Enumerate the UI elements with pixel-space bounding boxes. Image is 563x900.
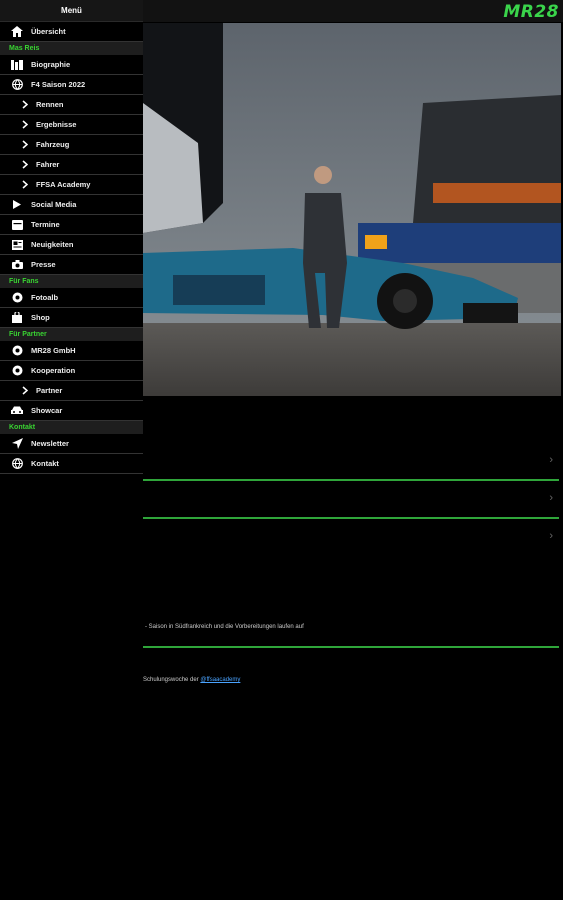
top-bar: MR28 xyxy=(143,0,563,22)
chevron-right-icon xyxy=(20,385,30,397)
menu-section-header: Kontakt xyxy=(0,421,143,434)
circle-icon xyxy=(9,345,25,357)
post-text-2: Schulungswoche der @ffsaacademy xyxy=(143,677,240,683)
menu-item-label: Rennen xyxy=(36,100,64,109)
chevron-right-icon xyxy=(20,119,30,131)
menu-item[interactable]: Termine xyxy=(0,215,143,235)
divider-line xyxy=(143,646,559,648)
menu-item-label: Shop xyxy=(31,313,50,322)
menu-subitem[interactable]: FFSA Academy xyxy=(0,175,143,195)
menu-item[interactable]: Biographie xyxy=(0,55,143,75)
menu-item-label: MR28 GmbH xyxy=(31,346,76,355)
chevron-right-icon[interactable]: › xyxy=(549,492,553,504)
menu-subitem[interactable]: Ergebnisse xyxy=(0,115,143,135)
send-icon xyxy=(9,438,25,450)
play-icon xyxy=(9,199,25,211)
menu-item[interactable]: Newsletter xyxy=(0,434,143,454)
globe-icon xyxy=(9,458,25,470)
book-icon xyxy=(9,59,25,71)
menu-item-label: Kooperation xyxy=(31,366,76,375)
menu-item-label: Ergebnisse xyxy=(36,120,77,129)
menu-item-label: Social Media xyxy=(31,200,77,209)
photo-icon xyxy=(9,292,25,304)
chevron-right-icon xyxy=(20,179,30,191)
car-icon xyxy=(9,405,25,417)
menu-item[interactable]: F4 Saison 2022 xyxy=(0,75,143,95)
menu-title: Menü xyxy=(0,0,143,22)
menu-item-label: Neuigkeiten xyxy=(31,240,74,249)
menu-item-label: Showcar xyxy=(31,406,63,415)
globe-icon xyxy=(9,79,25,91)
menu-item-label: Presse xyxy=(31,260,56,269)
post-text-prefix: Schulungswoche der xyxy=(143,677,201,683)
menu-item[interactable]: Kooperation xyxy=(0,361,143,381)
post-text: - Saison in Südfrankreich und die Vorber… xyxy=(145,624,304,630)
menu-section-header: Mas Reis xyxy=(0,42,143,55)
sidebar-menu: Menü Übersicht Mas Reis Biographie F4 Saiso… xyxy=(0,0,143,900)
menu-item-label: Übersicht xyxy=(31,27,66,36)
calendar-icon xyxy=(9,219,25,231)
menu-item-label: Newsletter xyxy=(31,439,69,448)
menu-item-label: Termine xyxy=(31,220,60,229)
menu-item-label: FFSA Academy xyxy=(36,180,91,189)
divider-line xyxy=(143,517,559,519)
menu-subitem[interactable]: Fahrzeug xyxy=(0,135,143,155)
menu-subitem[interactable]: Fahrer xyxy=(0,155,143,175)
menu-item-label: Partner xyxy=(36,386,63,395)
menu-section-header: Für Partner xyxy=(0,328,143,341)
race-car-photo xyxy=(143,23,561,396)
menu-item[interactable]: Showcar xyxy=(0,401,143,421)
menu-item-label: Kontakt xyxy=(31,459,59,468)
chevron-right-icon xyxy=(20,159,30,171)
chevron-right-icon xyxy=(20,99,30,111)
menu-section-header: Für Fans xyxy=(0,275,143,288)
menu-item[interactable]: MR28 GmbH xyxy=(0,341,143,361)
menu-item-label: Fahrer xyxy=(36,160,60,169)
menu-list: Übersicht Mas Reis Biographie F4 Saison 202… xyxy=(0,22,143,474)
menu-item[interactable]: Shop xyxy=(0,308,143,328)
news-icon xyxy=(9,239,25,251)
logo[interactable]: MR28 xyxy=(503,2,559,22)
chevron-right-icon[interactable]: › xyxy=(549,530,553,542)
hero-photo xyxy=(143,23,561,396)
menu-item-label: Fahrzeug xyxy=(36,140,70,149)
menu-item[interactable]: Fotoalb xyxy=(0,288,143,308)
menu-item[interactable]: Social Media xyxy=(0,195,143,215)
menu-subitem[interactable]: Rennen xyxy=(0,95,143,115)
menu-item[interactable]: Kontakt xyxy=(0,454,143,474)
mention-link[interactable]: @ffsaacademy xyxy=(200,677,240,683)
menu-item[interactable]: Übersicht xyxy=(0,22,143,42)
bag-icon xyxy=(9,312,25,324)
camera-icon xyxy=(9,259,25,271)
menu-item-label: Biographie xyxy=(31,60,71,69)
circle-icon xyxy=(9,365,25,377)
menu-item[interactable]: Neuigkeiten xyxy=(0,235,143,255)
chevron-right-icon[interactable]: › xyxy=(549,454,553,466)
menu-subitem[interactable]: Partner xyxy=(0,381,143,401)
home-icon xyxy=(9,26,25,38)
divider-line xyxy=(143,479,559,481)
menu-item-label: Fotoalb xyxy=(31,293,59,302)
menu-item-label: F4 Saison 2022 xyxy=(31,80,86,89)
chevron-right-icon xyxy=(20,139,30,151)
menu-item[interactable]: Presse xyxy=(0,255,143,275)
